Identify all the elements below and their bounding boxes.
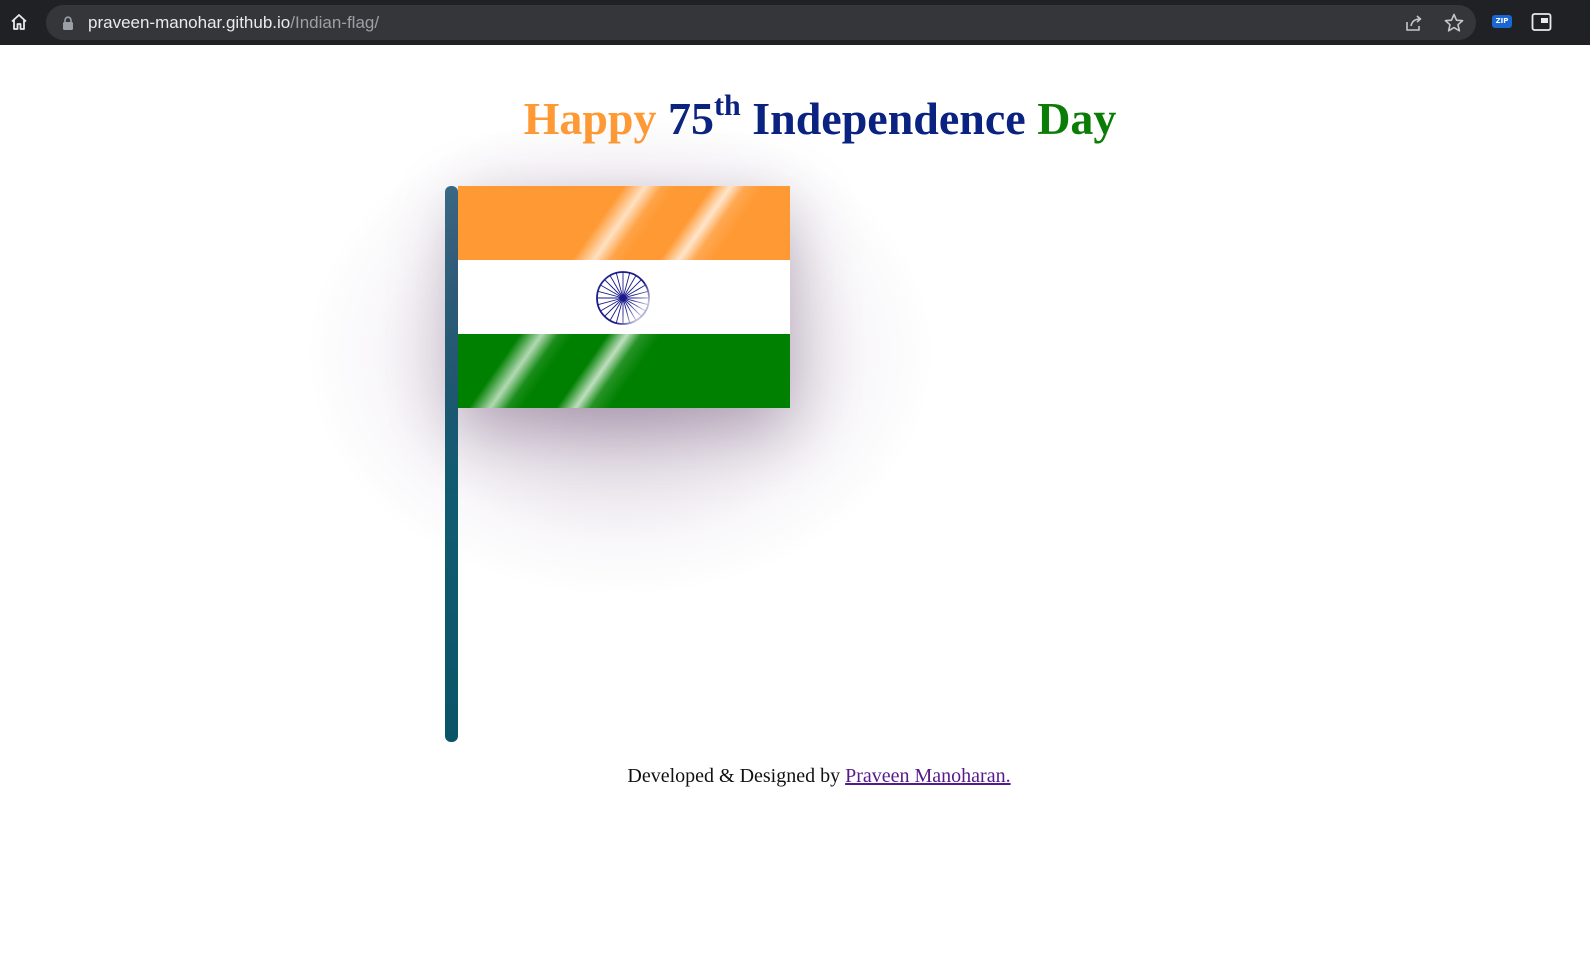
page-heading: Happy 75th Independence Day — [0, 89, 1590, 149]
side-panel-button[interactable] — [1531, 12, 1552, 32]
indian-flag — [458, 186, 790, 408]
url-path: /Indian-flag/ — [290, 13, 380, 32]
heading-superscript: th — [714, 89, 741, 122]
flag-shine-lower — [458, 186, 790, 408]
home-icon — [11, 14, 27, 30]
url-text[interactable]: praveen-manohar.github.io/Indian-flag/ — [88, 5, 379, 40]
address-bar[interactable]: praveen-manohar.github.io/Indian-flag/ — [46, 5, 1476, 40]
star-icon — [1444, 13, 1464, 32]
author-link[interactable]: Praveen Manoharan. — [845, 765, 1011, 787]
home-button[interactable] — [5, 8, 33, 36]
lock-icon[interactable] — [60, 15, 76, 31]
share-button[interactable] — [1402, 11, 1426, 35]
heading-word-independence: Independence — [752, 93, 1026, 144]
zip-extension-icon[interactable]: ZIP — [1492, 15, 1512, 28]
share-icon — [1406, 15, 1422, 31]
page-content: Happy 75th Independence Day Developed & … — [0, 45, 1590, 955]
browser-toolbar: praveen-manohar.github.io/Indian-flag/ Z… — [0, 0, 1590, 45]
footer-text: Developed & Designed by — [627, 765, 841, 787]
url-host: praveen-manohar.github.io — [88, 13, 291, 32]
picture-in-picture-icon — [1531, 13, 1552, 31]
bookmark-button[interactable] — [1442, 11, 1466, 35]
footer-credit: Developed & Designed by Praveen Manohara… — [0, 765, 1590, 788]
heading-word-day: Day — [1037, 93, 1117, 144]
flag-pole — [445, 186, 458, 742]
